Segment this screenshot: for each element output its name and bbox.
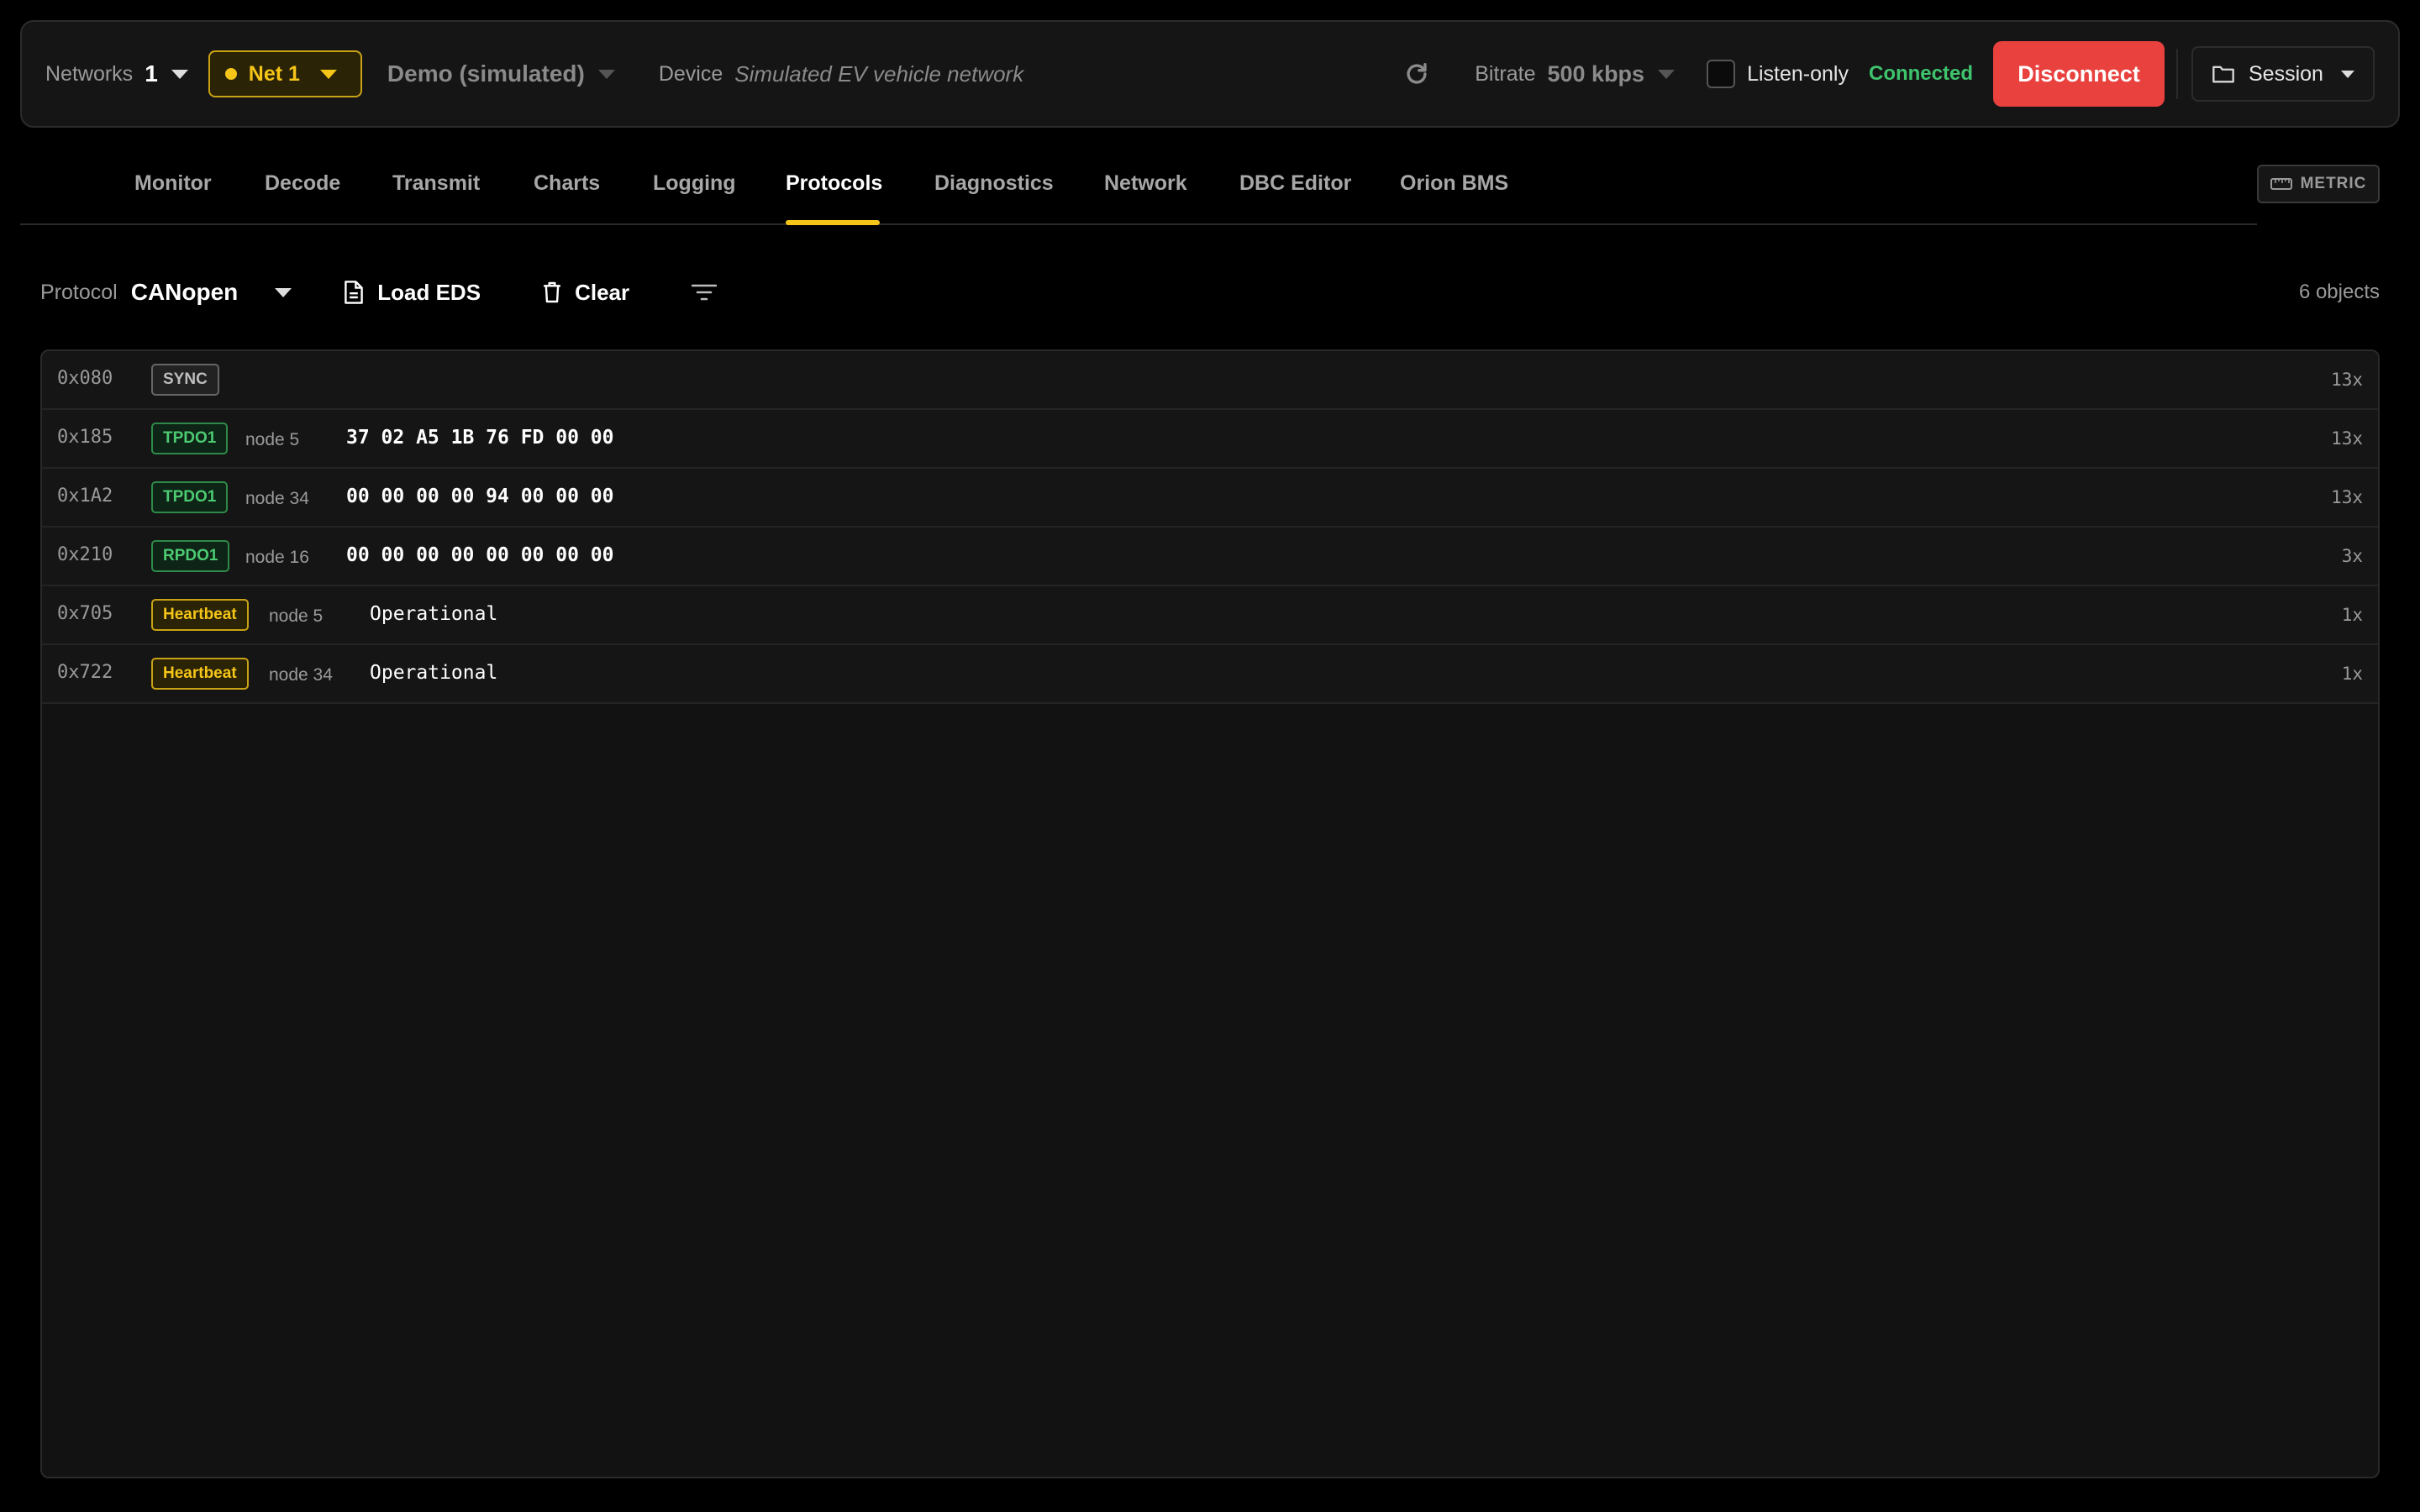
table-row[interactable]: 0x1A2 TPDO1 node 34 00 00 00 00 94 00 00… <box>42 469 2378 528</box>
load-eds-label: Load EDS <box>377 279 481 305</box>
message-count: 13x <box>2331 428 2363 449</box>
clear-button[interactable]: Clear <box>543 280 629 306</box>
node-id: node 16 <box>245 548 309 567</box>
node-id: node 5 <box>245 430 300 449</box>
payload-bytes: 00 00 00 00 94 00 00 00 <box>346 486 614 507</box>
chevron-down-icon <box>319 69 337 79</box>
status-dot-icon <box>224 68 237 80</box>
session-menu-button[interactable]: Session <box>2191 46 2375 102</box>
filter-icon[interactable] <box>692 283 718 302</box>
tab-charts[interactable]: Charts <box>534 171 600 196</box>
network-selector[interactable]: Net 1 <box>208 50 362 97</box>
trash-icon <box>544 281 560 303</box>
networks-count-select[interactable]: 1 <box>145 60 158 87</box>
message-count: 13x <box>2331 370 2363 390</box>
table-row[interactable]: 0x210 RPDO1 node 16 00 00 00 00 00 00 00… <box>42 528 2378 586</box>
tab-protocols[interactable]: Protocols <box>786 171 882 196</box>
file-icon <box>345 281 364 304</box>
listen-only-toggle[interactable]: Listen-only <box>1707 60 1849 88</box>
tab-transmit[interactable]: Transmit <box>392 171 480 196</box>
object-type-badge: Heartbeat <box>151 599 249 631</box>
active-tab-indicator <box>786 220 880 225</box>
clear-label: Clear <box>575 279 630 305</box>
object-type-badge: TPDO1 <box>151 423 229 454</box>
tab-logging[interactable]: Logging <box>653 171 736 196</box>
session-label: Session <box>2249 61 2323 86</box>
protocol-toolbar: Protocol CANopen Load EDS Clear 6 object… <box>40 267 2380 318</box>
tab-network[interactable]: Network <box>1104 171 1187 196</box>
message-count: 13x <box>2331 487 2363 507</box>
chevron-down-icon[interactable] <box>275 287 292 297</box>
adapter-select[interactable]: Demo (simulated) <box>387 60 615 87</box>
protocol-label: Protocol <box>40 280 118 304</box>
chevron-down-icon <box>597 69 615 79</box>
nmt-state: Operational <box>370 603 498 625</box>
payload-bytes: 37 02 A5 1B 76 FD 00 00 <box>346 427 614 449</box>
cob-id: 0x185 <box>57 427 113 448</box>
table-row[interactable]: 0x705 Heartbeat node 5 Operational 1x <box>42 586 2378 645</box>
object-type-badge: TPDO1 <box>151 481 229 513</box>
ruler-icon <box>2270 178 2292 190</box>
message-count: 1x <box>2341 664 2363 684</box>
object-type-badge: SYNC <box>151 364 219 396</box>
table-row[interactable]: 0x185 TPDO1 node 5 37 02 A5 1B 76 FD 00 … <box>42 410 2378 469</box>
cob-id: 0x1A2 <box>57 486 113 507</box>
divider <box>2176 49 2178 99</box>
load-eds-button[interactable]: Load EDS <box>344 280 481 306</box>
tab-diagnostics[interactable]: Diagnostics <box>934 171 1054 196</box>
cob-id: 0x210 <box>57 544 113 565</box>
tab-orion-bms[interactable]: Orion BMS <box>1400 171 1508 196</box>
object-count: 6 objects <box>2298 281 2380 303</box>
object-type-badge: Heartbeat <box>151 658 249 690</box>
table-row[interactable]: 0x080 SYNC 13x <box>42 351 2378 410</box>
nmt-state: Operational <box>370 662 498 684</box>
connection-bar: Networks 1 Net 1 Demo (simulated) Device… <box>20 20 2400 128</box>
cob-id: 0x080 <box>57 368 113 389</box>
device-label: Device <box>658 61 723 86</box>
network-selector-label: Net 1 <box>248 61 300 86</box>
bitrate-label: Bitrate <box>1475 61 1536 86</box>
tab-decode[interactable]: Decode <box>265 171 340 196</box>
node-id: node 34 <box>245 489 309 508</box>
refresh-icon[interactable] <box>1402 60 1431 88</box>
canopen-object-list: 0x080 SYNC 13x 0x185 TPDO1 node 5 37 02 … <box>40 349 2380 1478</box>
listen-only-label: Listen-only <box>1747 61 1849 86</box>
chevron-down-icon[interactable] <box>171 69 188 79</box>
units-toggle-label: METRIC <box>2300 175 2367 192</box>
message-count: 1x <box>2341 605 2363 625</box>
chevron-down-icon <box>1658 69 1676 79</box>
table-row[interactable]: 0x722 Heartbeat node 34 Operational 1x <box>42 645 2378 704</box>
object-type-badge: RPDO1 <box>151 540 230 572</box>
cob-id: 0x722 <box>57 662 113 683</box>
listen-only-checkbox[interactable] <box>1707 60 1736 88</box>
units-toggle[interactable]: METRIC <box>2257 165 2380 203</box>
folder-icon <box>2212 66 2234 83</box>
tab-monitor[interactable]: Monitor <box>134 171 212 196</box>
connection-status: Connected <box>1868 62 1973 85</box>
node-id: node 34 <box>269 665 333 685</box>
bitrate-value: 500 kbps <box>1547 60 1645 87</box>
protocol-select[interactable]: CANopen <box>131 279 239 306</box>
chevron-down-icon <box>2341 70 2354 78</box>
bitrate-select[interactable]: 500 kbps <box>1548 61 1676 87</box>
main-tabs: Monitor Decode Transmit Charts Logging P… <box>20 160 2257 225</box>
networks-label: Networks <box>45 61 134 86</box>
payload-bytes: 00 00 00 00 00 00 00 00 <box>346 544 614 566</box>
device-value: Simulated EV vehicle network <box>734 60 1024 87</box>
adapter-select-label: Demo (simulated) <box>387 60 585 87</box>
cob-id: 0x705 <box>57 603 113 624</box>
disconnect-button[interactable]: Disconnect <box>1993 41 2165 107</box>
message-count: 3x <box>2341 546 2363 566</box>
node-id: node 5 <box>269 606 324 626</box>
tab-dbc-editor[interactable]: DBC Editor <box>1239 171 1351 196</box>
